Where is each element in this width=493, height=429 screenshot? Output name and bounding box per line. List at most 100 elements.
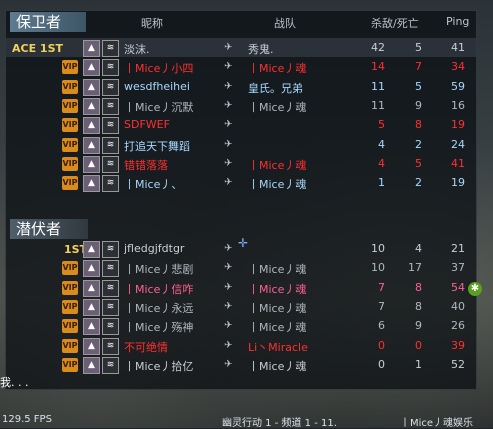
player-row[interactable]: VIP ▲ ≋ 丨Mice丿小四 ✈ 丨Mice丿魂 14 7 34 bbox=[6, 57, 476, 77]
player-kills: 11 bbox=[371, 79, 385, 93]
header-clan: 战队 bbox=[274, 17, 296, 30]
player-row[interactable]: VIP ▲ ≋ 丨Mice丿永远 ✈ 丨Mice丿魂 7 8 40 bbox=[6, 297, 476, 316]
player-name: 丨Mice丿、 bbox=[124, 178, 183, 192]
rank-icon: ▲ bbox=[83, 260, 100, 278]
emblem-icon: ≋ bbox=[102, 97, 119, 115]
player-deaths: 1 bbox=[415, 357, 422, 371]
clan-name: 丨Mice丿魂 bbox=[248, 178, 307, 192]
player-row[interactable]: VIP ▲ ≋ SDFWEF ✈ 5 8 19 bbox=[6, 115, 476, 135]
player-row[interactable]: VIP ▲ ≋ 丨Mice丿沉默 ✈ 丨Mice丿魂 11 9 16 bbox=[6, 96, 476, 115]
vip-badge-icon: VIP bbox=[62, 79, 78, 94]
player-kills: 4 bbox=[378, 137, 385, 151]
player-deaths: 8 bbox=[415, 299, 422, 313]
player-ping: 52 bbox=[451, 357, 465, 371]
clan-name: 丨Mice丿魂 bbox=[248, 158, 307, 172]
emblem-icon: ≋ bbox=[102, 356, 119, 374]
clan-name: Li丶Miracle bbox=[248, 340, 308, 354]
vip-badge-icon: VIP bbox=[62, 137, 78, 152]
player-name: 丨Mice丿沉默 bbox=[124, 100, 194, 114]
player-row[interactable]: VIP ▲ ≋ 打追天下舞蹈 ✈ 4 2 24 bbox=[6, 135, 476, 154]
scoreboard-panel: 保卫者 昵称 战队 杀敌/死亡 Ping ACE 1ST ▲ ≋ 淡沫. ✈ 秀鬼. 42 5… bbox=[5, 10, 477, 390]
clan-wing-icon: ✈ bbox=[224, 177, 233, 189]
clan-name: 丨Mice丿魂 bbox=[248, 62, 307, 76]
defender-team-title: 保卫者 bbox=[10, 12, 86, 32]
player-ping: 26 bbox=[451, 319, 465, 333]
server-info: 幽灵行动 1 - 频道 1 - 11. bbox=[222, 418, 337, 429]
clan-wing-icon: ✈ bbox=[224, 157, 233, 169]
clan-wing-icon: ✈ bbox=[224, 320, 233, 332]
player-name: 丨Mice丿悲剧 bbox=[124, 263, 194, 277]
player-name: 丨Mice丿殇神 bbox=[124, 321, 194, 335]
clan-wing-icon: ✈ bbox=[224, 119, 233, 131]
player-ping: 41 bbox=[451, 41, 465, 54]
player-name: 丨Mice丿拾亿 bbox=[124, 359, 194, 373]
player-ping: 24 bbox=[451, 137, 465, 151]
header-ping: Ping bbox=[446, 15, 470, 28]
clan-name: 丨Mice丿魂 bbox=[248, 321, 307, 335]
vip-badge-icon: VIP bbox=[62, 319, 78, 334]
crosshair-icon: ✛ bbox=[238, 236, 249, 250]
chat-line: 我. . . bbox=[0, 376, 29, 389]
rank-icon: ▲ bbox=[83, 175, 100, 193]
vip-badge-icon: VIP bbox=[62, 299, 78, 314]
player-kills: 42 bbox=[371, 41, 385, 54]
player-ping: 54 bbox=[451, 280, 465, 294]
emblem-icon: ≋ bbox=[102, 117, 119, 135]
emblem-icon: ≋ bbox=[102, 260, 119, 278]
player-deaths: 8 bbox=[415, 118, 422, 132]
clan-wing-icon: ✈ bbox=[224, 99, 233, 111]
rank-icon: ▲ bbox=[83, 117, 100, 135]
clan-name: 丨Mice丿魂 bbox=[248, 359, 307, 373]
clan-name: 丨Mice丿魂 bbox=[248, 301, 307, 315]
player-row[interactable]: ACE 1ST ▲ ≋ 淡沫. ✈ 秀鬼. 42 5 41 bbox=[6, 38, 476, 57]
player-deaths: 5 bbox=[415, 79, 422, 93]
vip-badge-icon: VIP bbox=[62, 60, 78, 75]
player-row[interactable]: VIP ▲ ≋ 错错落落 ✈ 丨Mice丿魂 4 5 41 bbox=[6, 154, 476, 173]
vip-badge-icon: VIP bbox=[62, 98, 78, 113]
player-ping: 19 bbox=[451, 176, 465, 190]
clan-wing-icon: ✈ bbox=[224, 138, 233, 150]
player-name: wesdfheihei bbox=[124, 79, 190, 93]
emblem-icon: ≋ bbox=[102, 298, 119, 316]
bomb-indicator-icon: ✱ bbox=[468, 282, 482, 296]
scoreboard-header: 保卫者 昵称 战队 杀敌/死亡 Ping bbox=[6, 11, 476, 33]
player-row[interactable]: VIP ▲ ≋ 丨Mice丿信咋 ✈ 丨Mice丿魂 7 8 54 bbox=[6, 278, 476, 297]
player-ping: 16 bbox=[451, 98, 465, 112]
player-row[interactable]: VIP ▲ ≋ 丨Mice丿殇神 ✈ 丨Mice丿魂 6 9 26 bbox=[6, 316, 476, 336]
player-deaths: 5 bbox=[415, 156, 422, 170]
emblem-icon: ≋ bbox=[102, 59, 119, 77]
clan-wing-icon: ✈ bbox=[224, 281, 233, 293]
emblem-icon: ≋ bbox=[102, 175, 119, 193]
player-ping: 19 bbox=[451, 118, 465, 132]
room-owner: 丨Mice丿魂娱乐 bbox=[400, 418, 474, 429]
player-name: 错错落落 bbox=[124, 158, 168, 172]
clan-name: 秀鬼. bbox=[248, 43, 274, 56]
rank-icon: ▲ bbox=[83, 279, 100, 297]
player-row[interactable]: VIP ▲ ≋ 丨Mice丿悲剧 ✈ 丨Mice丿魂 10 17 37 bbox=[6, 258, 476, 278]
player-row[interactable]: VIP ▲ ≋ 丨Mice丿、 ✈ 丨Mice丿魂 1 2 19 bbox=[6, 173, 476, 193]
player-name: 淡沫. bbox=[124, 43, 150, 56]
rank-icon: ▲ bbox=[83, 78, 100, 96]
player-kills: 0 bbox=[378, 357, 385, 371]
player-row[interactable]: VIP ▲ ≋ 丨Mice丿拾亿 ✈ 丨Mice丿魂 0 1 52 bbox=[6, 355, 476, 374]
player-deaths: 2 bbox=[415, 137, 422, 151]
player-row[interactable]: VIP ▲ ≋ 不可绝情 ✈ Li丶Miracle 0 0 39 bbox=[6, 336, 476, 355]
header-nickname: 昵称 bbox=[141, 17, 163, 30]
emblem-icon: ≋ bbox=[102, 40, 119, 57]
player-kills: 0 bbox=[378, 338, 385, 352]
player-name: 丨Mice丿永远 bbox=[124, 301, 194, 315]
infiltrator-team-title: 潜伏者 bbox=[10, 219, 88, 239]
clan-name: 丨Mice丿魂 bbox=[248, 263, 307, 277]
rank-icon: ▲ bbox=[83, 356, 100, 374]
clan-wing-icon: ✈ bbox=[224, 339, 233, 351]
player-deaths: 17 bbox=[408, 261, 422, 275]
player-kills: 7 bbox=[378, 280, 385, 294]
player-row[interactable]: VIP ▲ ≋ wesdfheihei ✈ 皇氏。兄弟 11 5 59 bbox=[6, 77, 476, 96]
rank-prefix: ACE 1ST bbox=[12, 42, 64, 55]
player-ping: 21 bbox=[451, 242, 465, 255]
clan-wing-icon: ✈ bbox=[224, 300, 233, 312]
player-deaths: 2 bbox=[415, 176, 422, 190]
emblem-icon: ≋ bbox=[102, 241, 119, 258]
clan-wing-icon: ✈ bbox=[224, 358, 233, 370]
rank-icon: ▲ bbox=[83, 136, 100, 154]
